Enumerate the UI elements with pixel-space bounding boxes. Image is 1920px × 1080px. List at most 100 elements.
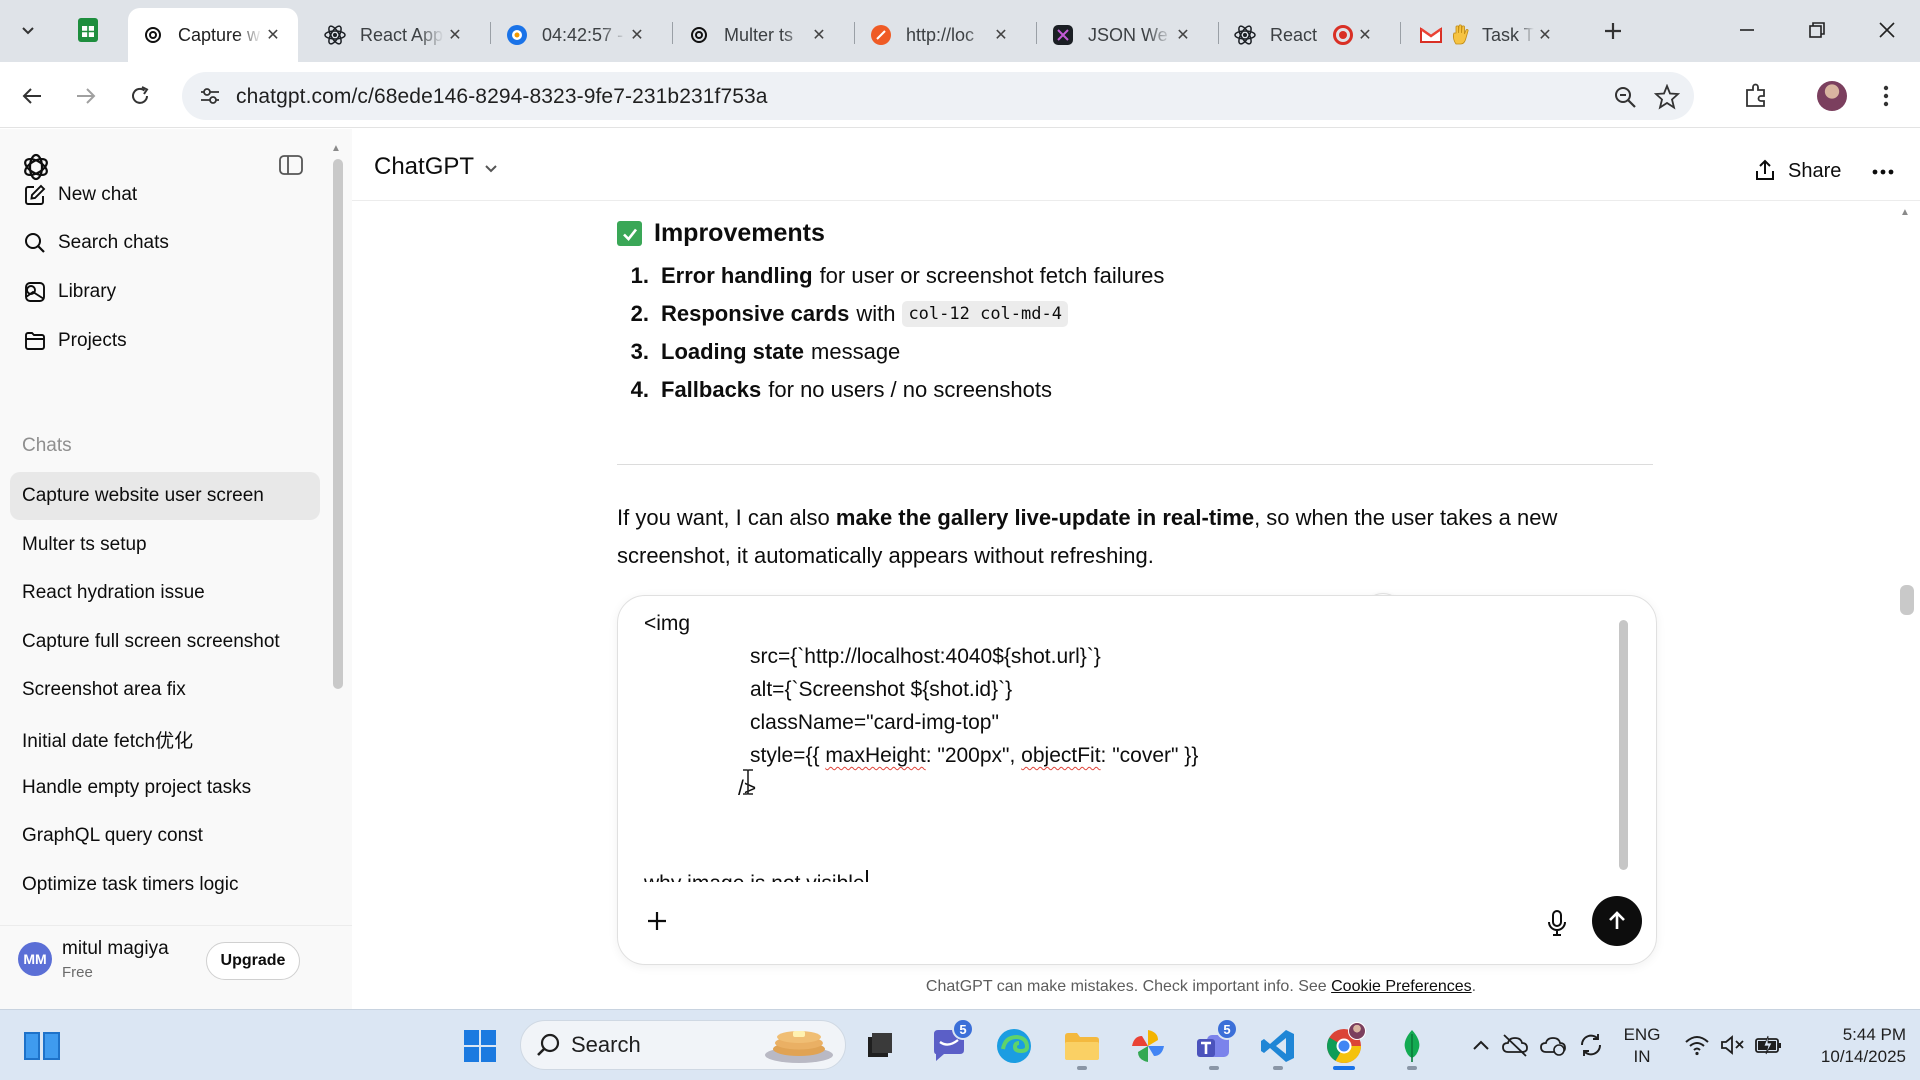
list-number: 2. [630,301,649,326]
sidebar-library[interactable]: Library [12,270,322,314]
code-fragment: : "200px", [925,744,1022,767]
extensions-icon[interactable] [1736,76,1776,116]
more-options-icon[interactable] [1866,157,1900,187]
running-indicator [1407,1066,1417,1070]
chat-item-multer[interactable]: Multer ts setup [10,521,320,569]
forward-arrow-icon[interactable] [66,76,106,116]
main-scroll-up-icon[interactable]: ▲ [1900,207,1910,218]
back-arrow-icon[interactable] [12,76,52,116]
address-bar[interactable]: chatgpt.com/c/68ede146-8294-8323-9fe7-23… [182,72,1694,120]
tab-search-chevron-icon[interactable] [10,14,46,46]
teams-icon[interactable]: 5 [1188,1018,1240,1072]
new-tab-plus-icon[interactable] [1596,14,1630,48]
close-icon[interactable]: ✕ [262,24,284,46]
kebab-menu-icon[interactable] [1866,76,1906,116]
microphone-icon[interactable] [1542,908,1572,938]
close-icon[interactable]: ✕ [1354,24,1376,46]
profile-avatar[interactable] [1812,76,1852,116]
edge-browser-icon[interactable] [988,1020,1040,1072]
tab-capture[interactable]: Capture w ✕ [128,8,298,62]
send-button[interactable] [1592,896,1642,946]
chat-item-graphql[interactable]: GraphQL query const [10,812,320,860]
postman-icon [870,24,892,46]
onedrive-sync-icon[interactable] [1538,1028,1568,1062]
tab-multer[interactable]: Multer ts ✕ [674,8,844,62]
window-close-icon[interactable] [1862,10,1912,50]
prompt-composer[interactable]: <img src={`http://localhost:4040${shot.u… [617,595,1657,965]
tab-timer[interactable]: 04:42:57 - ✕ [492,8,662,62]
taskbar-search-box[interactable]: Search [520,1020,846,1070]
list-item: 1. Error handling for user or screenshot… [617,257,1171,295]
mongodb-icon[interactable] [1386,1020,1438,1072]
photos-pinwheel-icon[interactable] [1122,1020,1174,1072]
tab-localhost[interactable]: http://loc ✕ [856,8,1026,62]
chat-item-task-timers[interactable]: Optimize task timers logic [10,861,320,909]
chat-title: GraphQL query const [22,825,203,846]
inline-code: col-12 col-md-4 [902,301,1068,327]
chat-item-screenshot-area[interactable]: Screenshot area fix [10,666,320,714]
tab-react-recording[interactable]: React ✕ [1220,8,1390,62]
hand-icon [1450,24,1472,46]
code-line: className="card-img-top" [750,711,999,734]
chat-app-icon[interactable]: 5 [924,1018,976,1072]
close-icon[interactable]: ✕ [808,24,830,46]
close-icon[interactable]: ✕ [990,24,1012,46]
list-item: 2. Responsive cards with col-12 col-md-4 [617,295,1171,333]
site-settings-icon[interactable] [198,84,222,108]
sidebar-search-chats[interactable]: Search chats [12,221,322,265]
tab-separator [854,22,855,44]
react-icon [1234,24,1256,46]
sidebar-new-chat[interactable]: New chat [12,173,322,217]
main-scrollbar[interactable] [1900,585,1914,615]
cookie-preferences-link[interactable]: Cookie Preferences [1331,978,1472,995]
widgets-icon[interactable] [16,1020,68,1072]
restore-icon[interactable] [1792,10,1842,50]
vscode-icon[interactable] [1252,1020,1304,1072]
composer-scrollbar[interactable] [1619,620,1628,870]
sidebar-item-label: Library [58,281,117,302]
pinned-sheets-tab[interactable] [70,14,106,46]
task-view-icon[interactable] [854,1020,906,1072]
model-selector[interactable]: ChatGPT [374,153,500,181]
chrome-icon[interactable] [1318,1020,1370,1072]
tray-overflow-chevron-icon[interactable] [1466,1028,1496,1062]
reload-icon[interactable] [120,76,160,116]
windows-start-icon[interactable] [454,1020,506,1072]
tab-json[interactable]: JSON We ✕ [1038,8,1208,62]
sync-icon[interactable] [1576,1028,1606,1062]
share-button[interactable]: Share [1752,151,1841,191]
volume-muted-icon[interactable] [1718,1028,1748,1062]
upgrade-button[interactable]: Upgrade [206,942,300,980]
sidebar-scrollbar[interactable] [333,159,343,689]
close-icon[interactable]: ✕ [1172,24,1194,46]
sidebar-scroll-up-icon[interactable]: ▲ [331,143,341,154]
tab-task[interactable]: Task T ✕ [1410,8,1570,62]
chat-item-react-hydration[interactable]: React hydration issue [10,569,320,617]
system-clock[interactable]: 5:44 PM 10/14/2025 [1796,1024,1906,1068]
list-item: 4. Fallbacks for no users / no screensho… [617,371,1171,409]
zoom-icon[interactable] [1610,82,1640,112]
chat-item-capture-website[interactable]: Capture website user screen [10,472,320,520]
close-icon[interactable]: ✕ [1534,24,1556,46]
list-item-text: for user or screenshot fetch failures [819,263,1165,288]
chat-item-capture-full[interactable]: Capture full screen screenshot [10,618,320,666]
close-icon[interactable]: ✕ [626,24,648,46]
minimize-icon[interactable] [1722,10,1772,50]
chevron-down-icon [485,165,497,173]
file-explorer-icon[interactable] [1056,1020,1108,1072]
sidebar-projects[interactable]: Projects [12,319,322,363]
prompt-textarea[interactable]: <img src={`http://localhost:4040${shot.u… [618,612,1618,882]
react-icon [324,24,346,46]
wifi-icon[interactable] [1682,1028,1712,1062]
onedrive-off-icon[interactable] [1500,1028,1530,1062]
user-menu[interactable]: MM mitul magiya Free Upgrade [0,925,352,1009]
close-icon[interactable]: ✕ [444,24,466,46]
tab-react-app[interactable]: React App ✕ [310,8,480,62]
battery-charging-icon[interactable] [1754,1028,1784,1062]
bookmark-star-icon[interactable] [1652,82,1682,112]
list-item-text: with [856,301,896,326]
chat-item-empty-tasks[interactable]: Handle empty project tasks [10,764,320,812]
language-indicator[interactable]: ENG IN [1614,1024,1670,1068]
chat-item-initial-date[interactable]: Initial date fetch优化 [10,715,320,763]
add-attachment-plus-icon[interactable] [642,906,672,936]
